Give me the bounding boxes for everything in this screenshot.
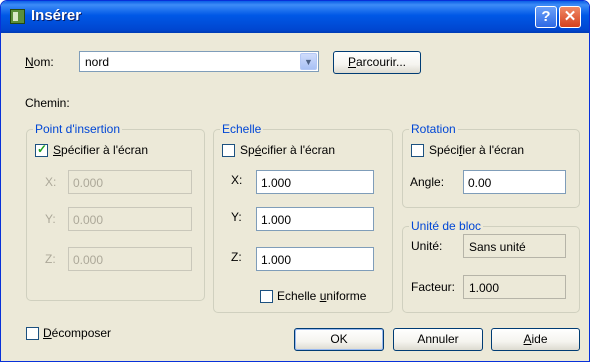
angle-label: Angle: bbox=[410, 175, 445, 189]
scale-z-field[interactable]: 1.000 bbox=[256, 247, 374, 271]
insert-dialog: Insérer ? ✕ Nom: nord ▼ Parcourir... Che… bbox=[0, 0, 590, 362]
rotation-specify-checkbox[interactable] bbox=[411, 144, 424, 157]
rotation-specify-label: Spécifier à l'écran bbox=[429, 143, 525, 157]
insertion-x-label: X: bbox=[45, 175, 57, 189]
insertion-specify-label: Spécifier à l'écran bbox=[53, 143, 149, 157]
factor-label: Facteur: bbox=[411, 280, 456, 294]
name-label: Nom: bbox=[25, 55, 54, 69]
name-value: nord bbox=[85, 55, 110, 69]
ok-button[interactable]: OK bbox=[294, 328, 384, 351]
insertion-x-field: 0.000 bbox=[68, 170, 192, 194]
scale-specify-checkbox[interactable] bbox=[222, 144, 235, 157]
block-unit-title: Unité de bloc bbox=[409, 219, 484, 233]
scale-title: Echelle bbox=[220, 122, 264, 136]
factor-value-box: 1.000 bbox=[463, 275, 566, 299]
window-title: Insérer bbox=[31, 7, 82, 24]
explode-checkbox[interactable] bbox=[26, 327, 39, 340]
browse-button[interactable]: Parcourir... bbox=[333, 51, 421, 74]
cancel-button[interactable]: Annuler bbox=[393, 328, 483, 351]
scale-y-label: Y: bbox=[231, 210, 242, 224]
title-bar[interactable]: Insérer ? ✕ bbox=[1, 1, 589, 33]
insertion-y-label: Y: bbox=[45, 212, 56, 226]
insertion-z-field: 0.000 bbox=[68, 247, 192, 271]
insertion-z-label: Z: bbox=[45, 252, 56, 266]
rotation-group: Rotation bbox=[402, 122, 580, 208]
scale-x-label: X: bbox=[231, 173, 243, 187]
name-label-rest: om: bbox=[33, 55, 54, 69]
scale-x-field[interactable]: 1.000 bbox=[256, 170, 374, 194]
unit-value-box: Sans unité bbox=[463, 234, 566, 258]
angle-field[interactable]: 0.00 bbox=[463, 170, 566, 194]
close-button[interactable]: ✕ bbox=[559, 6, 581, 28]
rotation-title: Rotation bbox=[409, 122, 458, 136]
help-button[interactable]: Aide bbox=[491, 328, 580, 351]
scale-specify-label: Spécifier à l'écran bbox=[240, 143, 336, 157]
app-icon bbox=[10, 9, 25, 24]
insertion-specify-checkbox[interactable] bbox=[35, 142, 48, 157]
path-label: Chemin: bbox=[25, 96, 70, 110]
uniform-scale-checkbox[interactable] bbox=[260, 290, 273, 303]
help-title-button[interactable]: ? bbox=[535, 6, 557, 28]
explode-label: Décomposer bbox=[43, 326, 112, 340]
scale-z-label: Z: bbox=[231, 250, 242, 264]
chevron-down-icon[interactable]: ▼ bbox=[300, 53, 317, 70]
unit-label: Unité: bbox=[411, 239, 443, 253]
uniform-scale-label: Echelle uniforme bbox=[277, 289, 367, 303]
scale-y-field[interactable]: 1.000 bbox=[256, 207, 374, 231]
name-combobox[interactable]: nord ▼ bbox=[79, 51, 319, 72]
insertion-y-field: 0.000 bbox=[68, 207, 192, 231]
insertion-point-title: Point d'insertion bbox=[33, 122, 123, 136]
